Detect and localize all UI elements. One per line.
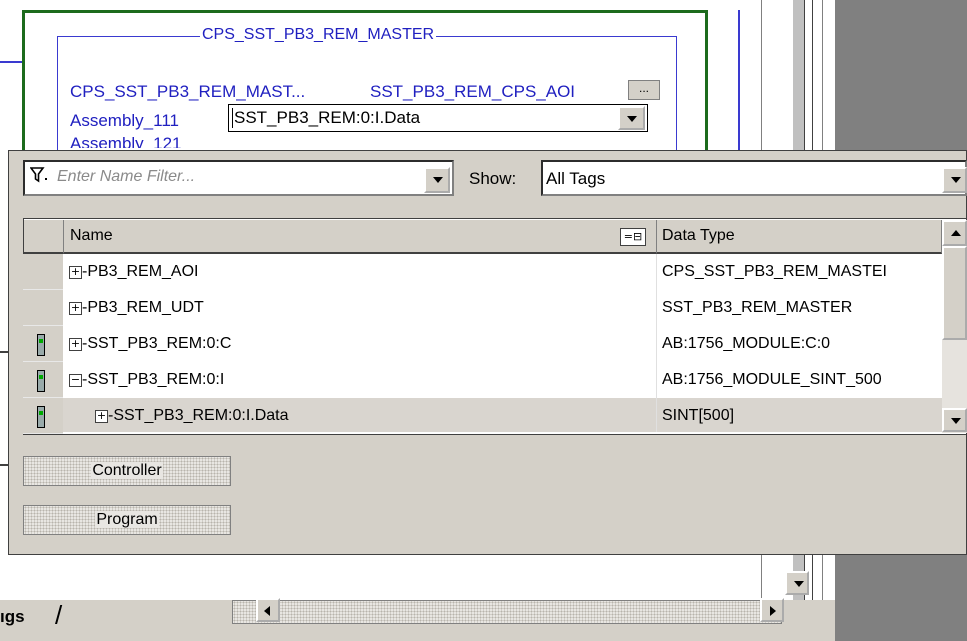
controller-scope-label: Controller [91,462,163,479]
column-chooser-icon[interactable]: =⊟ [620,228,646,246]
text-caret [232,108,233,128]
tag-name-cell[interactable]: -PB3_REM_AOI [82,263,198,281]
rung-wire-right [738,10,740,160]
expand-icon[interactable]: + [95,410,108,423]
funnel-icon [29,166,52,189]
data-type-cell[interactable]: SST_PB3_REM_MASTER [662,299,940,317]
show-label: Show: [469,169,517,188]
scroll-down-button[interactable] [785,571,809,595]
data-type-cell[interactable]: AB:1756_MODULE:C:0 [662,335,940,353]
column-separator [656,254,657,432]
module-icon [37,406,45,428]
expand-icon[interactable]: + [69,266,82,279]
tag-value-text[interactable]: SST_PB3_REM:0:I.Data [234,108,420,128]
data-type-cell[interactable]: AB:1756_MODULE_SINT_500 [662,371,940,389]
param-label-assembly-121: Assembly_121 [70,134,182,148]
module-icon [37,370,45,392]
tag-name-cell[interactable]: -SST_PB3_REM:0:I.Data [108,407,289,425]
data-type-cell[interactable]: CPS_SST_PB3_REM_MASTEI [662,263,940,281]
rung-tick [0,351,8,353]
horizontal-scrollbar[interactable] [232,600,782,624]
column-header-name-label: Name [70,227,113,244]
row-selector-header [24,220,64,254]
scroll-right-button[interactable] [760,598,784,622]
scroll-left-button[interactable] [256,598,280,622]
resize-grip [808,600,832,624]
column-header-name[interactable] [64,220,657,254]
row-selector[interactable] [23,290,63,326]
tab-edge: / [55,600,63,630]
aoi-tag-name[interactable]: CPS_SST_PB3_REM_MAST... [70,82,305,102]
name-filter-placeholder[interactable]: Enter Name Filter... [57,168,195,186]
expand-icon[interactable]: + [69,338,82,351]
collapse-icon[interactable]: − [69,374,82,387]
rung-tick [0,464,8,466]
grid-scroll-down-button[interactable] [942,408,967,432]
aoi-properties-button[interactable]: ... [628,80,660,100]
program-scope-button[interactable]: Program [23,505,231,535]
row-selector[interactable] [23,254,63,290]
aoi-type-name: SST_PB3_REM_CPS_AOI [370,82,576,101]
module-icon [37,334,45,356]
program-scope-label: Program [95,511,159,528]
tag-name-cell[interactable]: -SST_PB3_REM:0:I [82,371,224,389]
tag-combo-dropdown-button[interactable] [618,106,645,130]
grid-scroll-up-button[interactable] [942,220,967,246]
rung-wire-left [0,61,22,63]
param-label-assembly-111: Assembly_111 [70,111,179,130]
sheet-tab-tags[interactable]: ıgs [0,607,25,627]
grid-scroll-thumb[interactable] [942,246,967,340]
column-header-data-type-label: Data Type [662,227,735,244]
controller-scope-button[interactable]: Controller [23,456,231,486]
data-type-cell[interactable]: SINT[500] [662,407,940,425]
tag-name-cell[interactable]: -PB3_REM_UDT [82,299,204,317]
show-value[interactable]: All Tags [546,169,605,189]
expand-icon[interactable]: + [69,302,82,315]
tag-name-cell[interactable]: -SST_PB3_REM:0:C [82,335,231,353]
aoi-title: CPS_SST_PB3_REM_MASTER [200,26,437,44]
show-dropdown-button[interactable] [942,167,967,193]
name-filter-dropdown-button[interactable] [424,167,450,193]
